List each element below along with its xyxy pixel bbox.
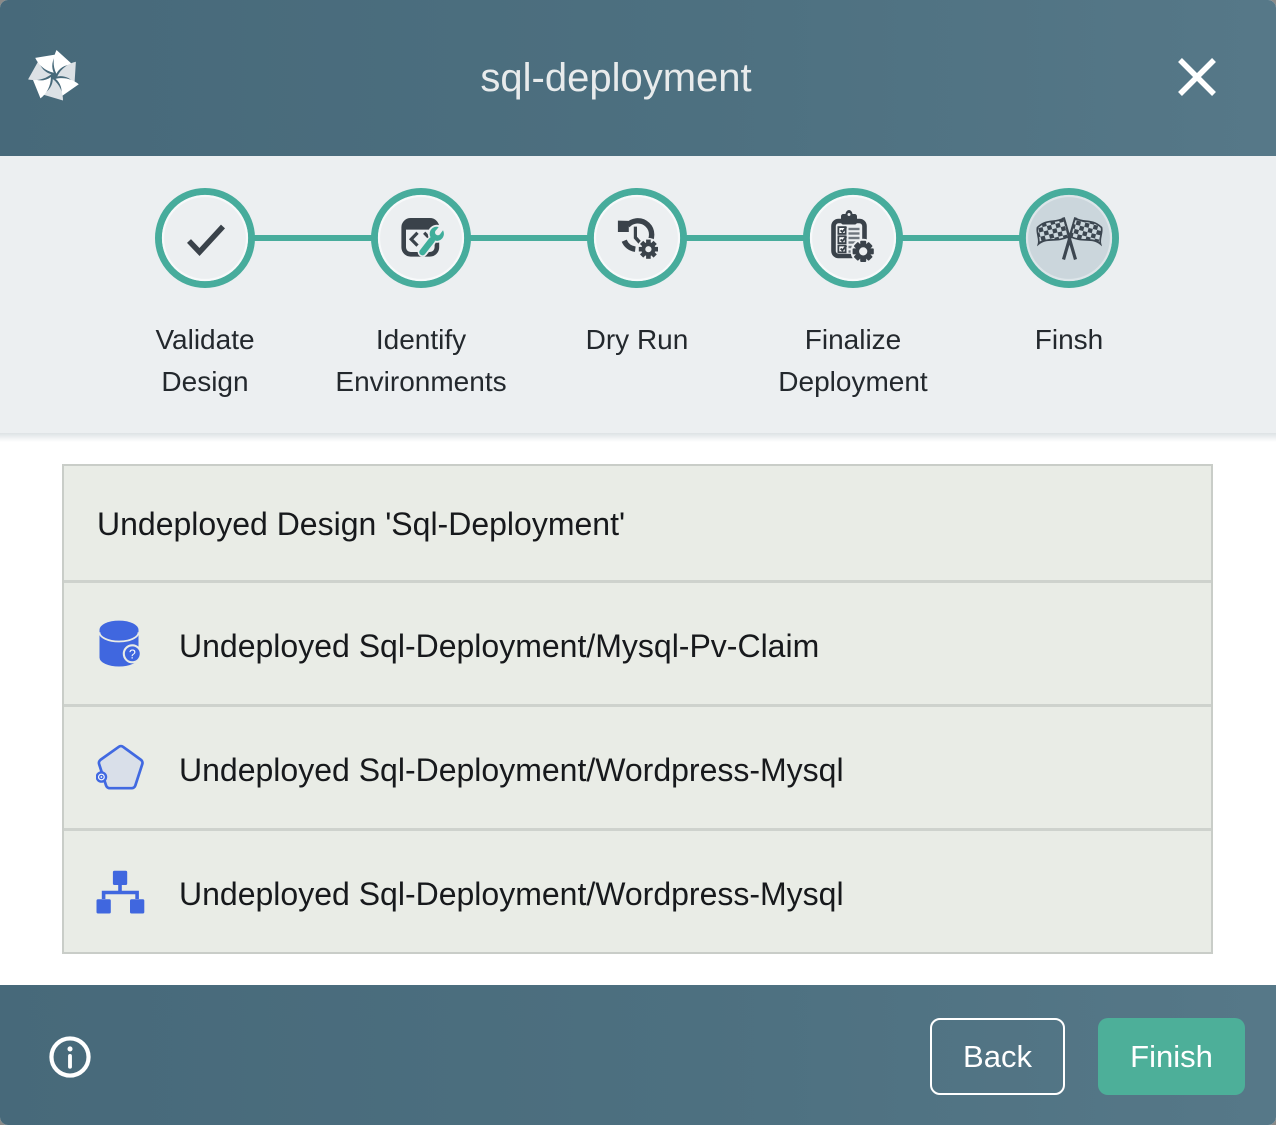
svg-text:?: ?	[129, 647, 136, 661]
